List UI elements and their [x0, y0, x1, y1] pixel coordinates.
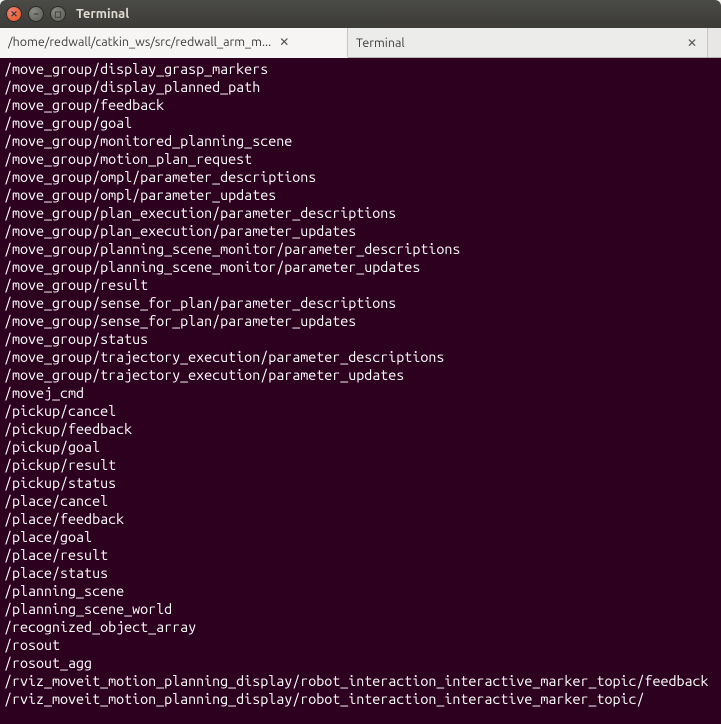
terminal-line: /planning_scene — [4, 582, 717, 600]
terminal-line: /pickup/goal — [4, 438, 717, 456]
terminal-line: /move_group/display_planned_path — [4, 78, 717, 96]
terminal-line: /rviz_moveit_motion_planning_display/rob… — [4, 672, 717, 690]
terminal-line: /place/status — [4, 564, 717, 582]
window-controls: ✕ – ◻ — [6, 6, 66, 22]
close-icon: ✕ — [10, 9, 18, 20]
tab-label: Terminal — [356, 36, 405, 50]
terminal-line: /move_group/planning_scene_monitor/param… — [4, 258, 717, 276]
tab-0[interactable]: /home/redwall/catkin_ws/src/redwall_arm_… — [0, 28, 348, 58]
minimize-icon: – — [34, 9, 39, 19]
terminal-line: /rosout_agg — [4, 654, 717, 672]
terminal-line: /recognized_object_array — [4, 618, 717, 636]
terminal-line: /move_group/goal — [4, 114, 717, 132]
tab-label: /home/redwall/catkin_ws/src/redwall_arm_… — [8, 35, 271, 49]
minimize-button[interactable]: – — [28, 6, 44, 22]
terminal-line: /place/goal — [4, 528, 717, 546]
terminal-line: /move_group/display_grasp_markers — [4, 60, 717, 78]
terminal-window: ✕ – ◻ Terminal /home/redwall/catkin_ws/s… — [0, 0, 721, 724]
titlebar: ✕ – ◻ Terminal — [0, 0, 721, 28]
terminal-line: /pickup/feedback — [4, 420, 717, 438]
maximize-icon: ◻ — [54, 9, 61, 20]
terminal-line: /rviz_moveit_motion_planning_display/rob… — [4, 690, 717, 708]
terminal-line: /move_group/sense_for_plan/parameter_upd… — [4, 312, 717, 330]
terminal-line: /move_group/result — [4, 276, 717, 294]
terminal-line: /move_group/trajectory_execution/paramet… — [4, 348, 717, 366]
terminal-line: /pickup/status — [4, 474, 717, 492]
terminal-line: /pickup/result — [4, 456, 717, 474]
terminal-line: /rosout — [4, 636, 717, 654]
terminal-line: /move_group/ompl/parameter_updates — [4, 186, 717, 204]
terminal-line: /move_group/planning_scene_monitor/param… — [4, 240, 717, 258]
terminal-line: /movej_cmd — [4, 384, 717, 402]
close-button[interactable]: ✕ — [6, 6, 22, 22]
terminal-line: /move_group/status — [4, 330, 717, 348]
terminal-line: /move_group/trajectory_execution/paramet… — [4, 366, 717, 384]
terminal-line: /pickup/cancel — [4, 402, 717, 420]
terminal-line: /move_group/sense_for_plan/parameter_des… — [4, 294, 717, 312]
close-icon[interactable]: ✕ — [277, 35, 291, 49]
terminal-line: /move_group/monitored_planning_scene — [4, 132, 717, 150]
terminal-line: /move_group/ompl/parameter_descriptions — [4, 168, 717, 186]
terminal-line: /move_group/feedback — [4, 96, 717, 114]
maximize-button[interactable]: ◻ — [50, 6, 66, 22]
terminal-line: /move_group/plan_execution/parameter_des… — [4, 204, 717, 222]
terminal-line: /move_group/motion_plan_request — [4, 150, 717, 168]
terminal-line: /move_group/plan_execution/parameter_upd… — [4, 222, 717, 240]
terminal-line: /place/result — [4, 546, 717, 564]
close-icon[interactable]: ✕ — [685, 36, 699, 50]
tab-1[interactable]: Terminal ✕ — [348, 28, 708, 57]
tab-bar: /home/redwall/catkin_ws/src/redwall_arm_… — [0, 28, 721, 58]
terminal-output[interactable]: /move_group/display_grasp_markers/move_g… — [0, 58, 721, 724]
terminal-line: /place/feedback — [4, 510, 717, 528]
window-title: Terminal — [76, 7, 715, 21]
terminal-line: /planning_scene_world — [4, 600, 717, 618]
terminal-line: /place/cancel — [4, 492, 717, 510]
